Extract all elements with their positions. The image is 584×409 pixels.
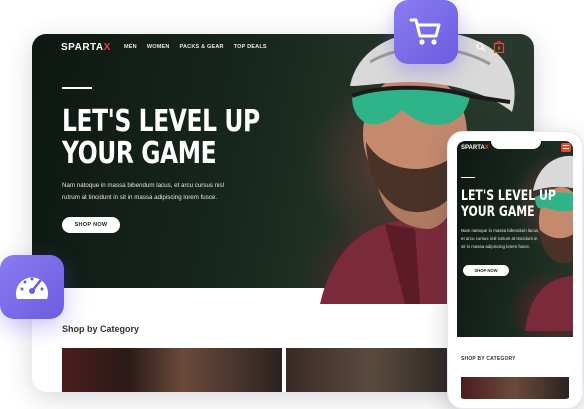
phone-notch — [491, 141, 541, 149]
mobile-screen: SPARTAX LET'S LEVEL UP YOUR GAME Nam nat… — [457, 141, 573, 399]
mobile-hero-banner: SPARTAX LET'S LEVEL UP YOUR GAME Nam nat… — [457, 141, 573, 337]
hamburger-menu-icon[interactable] — [561, 143, 571, 152]
nav-link-top-deals[interactable]: TOP DEALS — [234, 44, 267, 50]
mobile-hero-title: LET'S LEVEL UP YOUR GAME — [461, 188, 556, 220]
shopping-cart-badge — [394, 0, 458, 64]
nav-links: MEN WOMEN PACKS & GEAR TOP DEALS — [124, 44, 267, 50]
hero-title: LET'S LEVEL UP YOUR GAME — [62, 104, 260, 171]
nav-link-women[interactable]: WOMEN — [147, 44, 170, 50]
mobile-hero-subtitle: Nam natoque in massa bibendum lacus, et … — [461, 228, 540, 249]
performance-badge — [0, 255, 64, 319]
brand-logo[interactable]: SPARTAX — [61, 42, 111, 53]
mobile-shop-now-button[interactable]: SHOP NOW — [463, 265, 509, 276]
mobile-category-heading: SHOP BY CATEGORY — [461, 356, 516, 362]
mobile-mockup: SPARTAX LET'S LEVEL UP YOUR GAME Nam nat… — [447, 131, 583, 409]
nav-link-packs-gear[interactable]: PACKS & GEAR — [180, 44, 224, 50]
category-card-image[interactable] — [286, 348, 456, 392]
nav-link-men[interactable]: MEN — [124, 44, 137, 50]
mobile-hero-divider — [461, 177, 475, 178]
shopping-bag-icon[interactable] — [493, 40, 505, 53]
shopping-cart-icon — [409, 18, 441, 45]
hero-divider — [62, 87, 92, 89]
mobile-brand-logo[interactable]: SPARTAX — [461, 145, 489, 151]
speedometer-icon — [16, 277, 48, 299]
category-card-image[interactable] — [62, 348, 282, 392]
shop-now-button[interactable]: SHOP NOW — [62, 217, 120, 233]
search-icon[interactable] — [476, 42, 486, 52]
category-heading: Shop by Category — [62, 324, 140, 334]
hero-subtitle: Nam natoque in massa bibendum lacus, et … — [62, 182, 224, 201]
top-navigation: SPARTAX MEN WOMEN PACKS & GEAR TOP DEALS — [32, 34, 534, 60]
mobile-category-card-image[interactable] — [461, 377, 569, 399]
